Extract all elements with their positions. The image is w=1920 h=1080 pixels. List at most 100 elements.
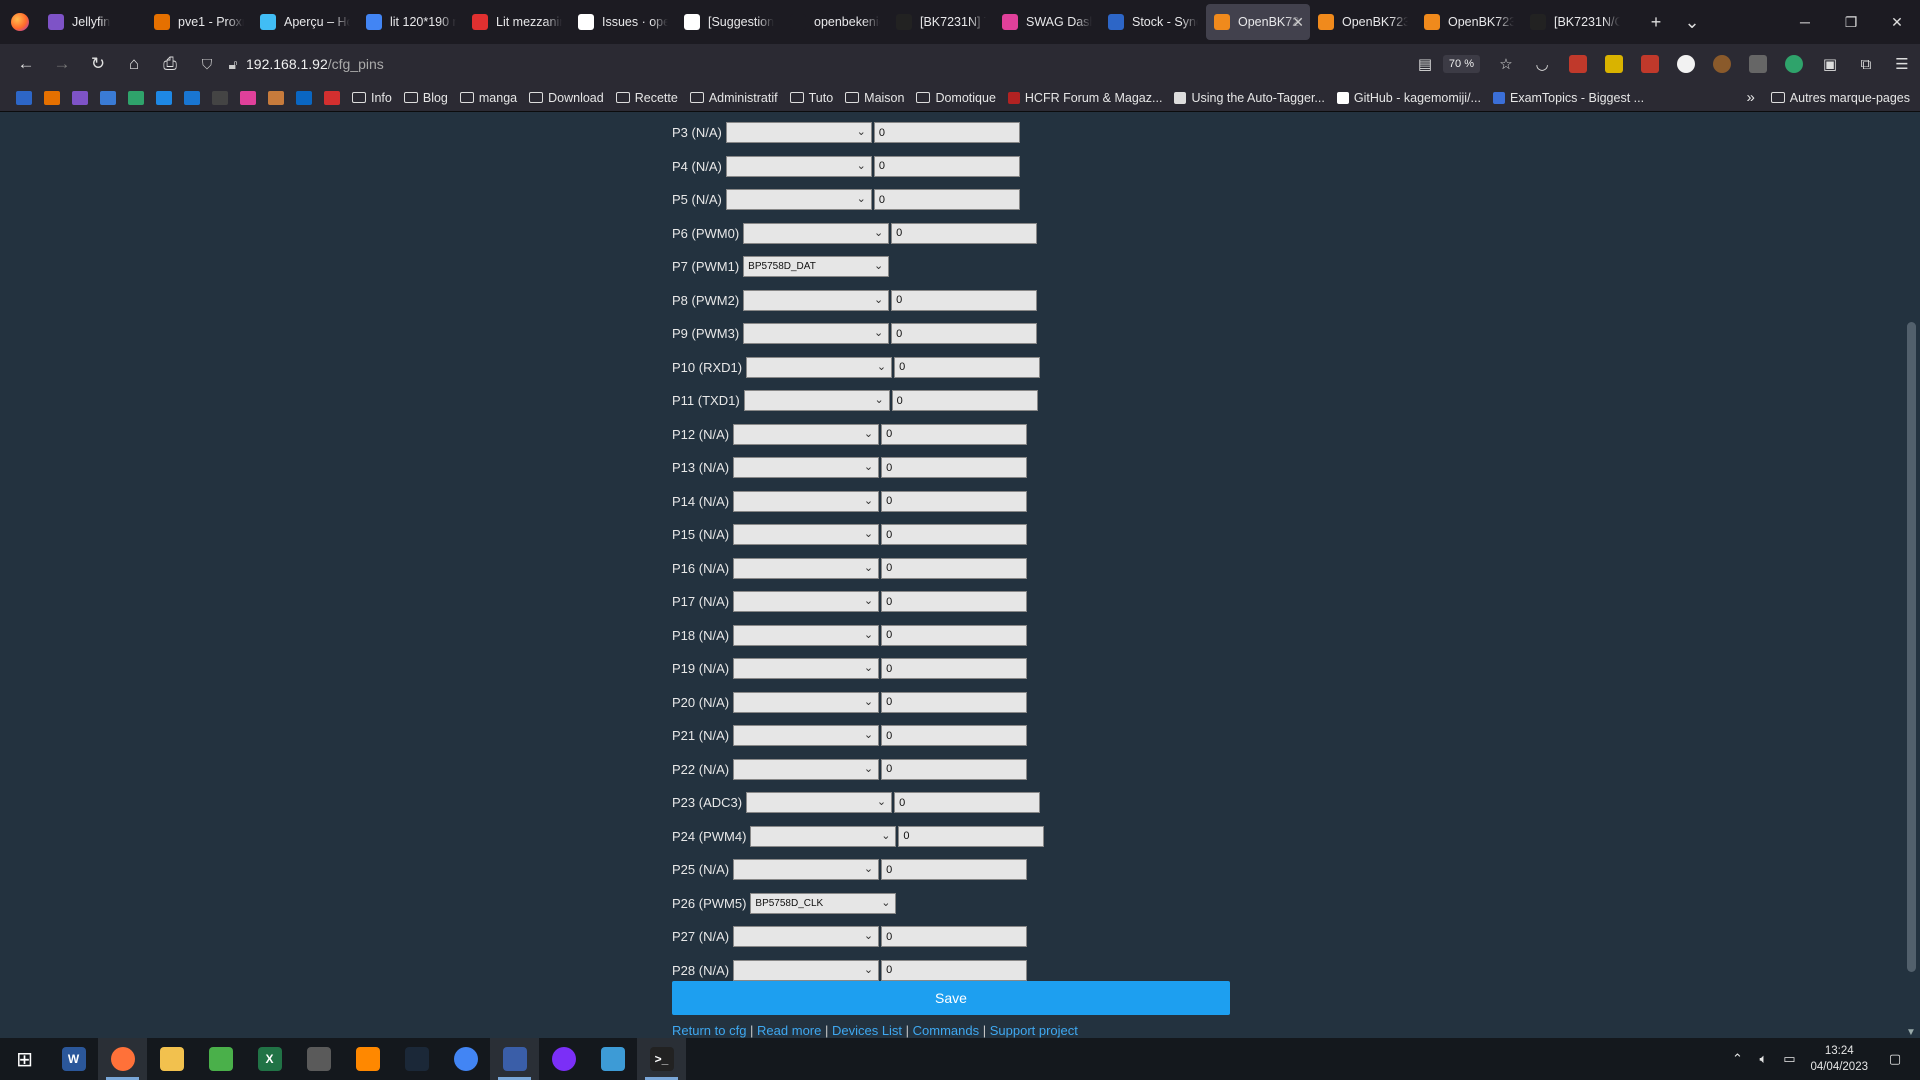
pin-channel-input[interactable]: 0 [881,591,1028,613]
taskbar-item-12[interactable] [588,1038,637,1080]
cookie-icon[interactable] [1713,55,1731,73]
pin-role-select[interactable]: ⌄ [733,859,880,881]
taskbar-item-4[interactable] [196,1038,245,1080]
pin-role-select[interactable]: ⌄ [733,524,880,546]
bookmark-folder-8[interactable]: Domotique [916,91,996,105]
taskbar-item-2[interactable] [98,1038,147,1080]
restore-button[interactable]: ❐ [1828,0,1874,44]
pin-role-select[interactable]: ⌄ [733,423,880,445]
pocket-icon[interactable]: ◡ [1524,55,1560,73]
home-button[interactable]: ⌂ [116,48,152,80]
linkedin-bookmark-icon[interactable] [296,90,312,105]
footer-link-3[interactable]: Commands [913,1023,979,1038]
pin-role-select[interactable]: ⌄ [743,323,890,345]
tab-12[interactable]: OpenBK7231 [1310,4,1416,40]
pin-channel-input[interactable]: 0 [881,926,1028,948]
pin-role-select[interactable]: ⌄ [725,122,872,144]
pin-role-select[interactable]: ⌄ [746,792,893,814]
diamond-bookmark-icon[interactable] [156,90,172,105]
pin-channel-input[interactable]: 0 [881,691,1028,713]
tab-14[interactable]: [BK7231N/C [1522,4,1628,40]
pin-role-select[interactable]: ⌄ [750,825,897,847]
print-icon[interactable]: ⎙ [152,48,188,80]
reader-view-icon[interactable]: ▤ [1407,55,1443,73]
taskbar-item-11[interactable] [539,1038,588,1080]
tab-6[interactable]: [Suggestion] [676,4,782,40]
footer-link-1[interactable]: Read more [757,1023,821,1038]
tab-2[interactable]: Aperçu – Home [252,4,358,40]
pin-role-select[interactable]: ⌄ [733,490,880,512]
bookmark-star-icon[interactable]: ☆ [1488,55,1524,73]
tab-10[interactable]: Stock - Sync [1100,4,1206,40]
other-bookmarks-folder[interactable]: Autres marque-pages [1790,91,1910,105]
ublock-icon[interactable] [1569,55,1587,73]
bitwarden-icon[interactable] [1677,55,1695,73]
pin-role-select[interactable]: ⌄ [733,624,880,646]
footer-link-0[interactable]: Return to cfg [672,1023,746,1038]
network-icon[interactable]: ▭ [1776,1051,1802,1067]
pin-channel-input[interactable]: 0 [881,959,1028,981]
new-tab-button[interactable]: + [1638,12,1674,33]
taskbar-item-13[interactable]: >_ [637,1038,686,1080]
tab-5[interactable]: Issues · open [570,4,676,40]
close-tab-icon[interactable]: ✕ [1292,14,1304,31]
pin-channel-input[interactable]: 0 [873,155,1020,177]
pin-channel-input[interactable]: 0 [881,557,1028,579]
taskbar-item-1[interactable]: W [49,1038,98,1080]
pin-channel-input[interactable]: 0 [894,792,1041,814]
taskbar-item-0[interactable]: ⊞ [0,1038,49,1080]
pin-channel-input[interactable]: 0 [881,524,1028,546]
pin-role-select[interactable]: BP5758D_CLK ⌄ [750,892,897,914]
pin-role-select[interactable]: ⌄ [733,658,880,680]
tab-9[interactable]: SWAG Dashb [994,4,1100,40]
chart-bookmark-icon[interactable] [100,90,116,105]
reload-button[interactable]: ↻ [80,48,116,80]
bookmark-folder-7[interactable]: Maison [845,91,904,105]
footer-link-2[interactable]: Devices List [832,1023,902,1038]
pin-role-select[interactable]: ⌄ [733,557,880,579]
bookmark-folder-6[interactable]: Tuto [789,91,833,105]
bookmark-site-0[interactable]: HCFR Forum & Magaz... [1007,91,1162,105]
lastpass-icon[interactable] [1641,55,1659,73]
taskbar-item-7[interactable] [343,1038,392,1080]
minimize-button[interactable]: ─ [1782,0,1828,44]
pin-channel-input[interactable]: 0 [881,490,1028,512]
taskbar-item-9[interactable] [441,1038,490,1080]
pin-role-select[interactable]: ⌄ [725,155,872,177]
notification-center-icon[interactable]: ▢ [1882,1051,1908,1067]
bookmark-folder-5[interactable]: Administratif [689,91,778,105]
tab-11[interactable]: OpenBK7231✕ [1206,4,1310,40]
pin-channel-input[interactable]: 0 [881,859,1028,881]
bookmark-site-2[interactable]: GitHub - kagemomiji/... [1336,91,1481,105]
pin-role-select[interactable]: ⌄ [743,222,890,244]
insecure-lock-icon[interactable]: 🔓︎ [220,56,246,73]
pin-channel-input[interactable]: 0 [873,122,1020,144]
tab-1[interactable]: pve1 - Proxmox [146,4,252,40]
pin-channel-input[interactable]: 0 [891,390,1038,412]
pin-role-select[interactable]: BP5758D_DAT ⌄ [743,256,890,278]
pin-channel-input[interactable]: 0 [881,725,1028,747]
taskbar-item-10[interactable] [490,1038,539,1080]
tray-chevron-up-icon[interactable]: ⌃ [1724,1051,1750,1067]
tab-7[interactable]: openbekeniot.g [782,4,888,40]
forward-button[interactable]: → [44,48,80,80]
pin-role-select[interactable]: ⌄ [733,457,880,479]
bookmark-folder-0[interactable]: Info [352,91,392,105]
docker-bookmark-icon[interactable] [184,90,200,105]
pin-role-select[interactable]: ⌄ [733,691,880,713]
extensions-puzzle-icon[interactable]: ⧉ [1848,56,1884,73]
hamburger-menu-icon[interactable]: ☰ [1884,55,1920,73]
shield-bookmark-icon[interactable] [128,90,144,105]
tab-3[interactable]: lit 120*190 m [358,4,464,40]
bookmark-folder-2[interactable]: manga [459,91,517,105]
tab-0[interactable]: Jellyfin [40,4,146,40]
pin-role-select[interactable]: ⌄ [733,926,880,948]
pin-channel-input[interactable]: 0 [881,758,1028,780]
pin-channel-input[interactable]: 0 [881,658,1028,680]
close-window-button[interactable]: ✕ [1874,0,1920,44]
scrollbar-thumb[interactable] [1907,322,1916,972]
swag-bookmark-icon[interactable] [240,90,256,105]
red-bookmark-icon[interactable] [324,90,340,105]
pin-role-select[interactable]: ⌄ [743,390,890,412]
chevron-overflow-icon[interactable]: » [1746,89,1754,106]
